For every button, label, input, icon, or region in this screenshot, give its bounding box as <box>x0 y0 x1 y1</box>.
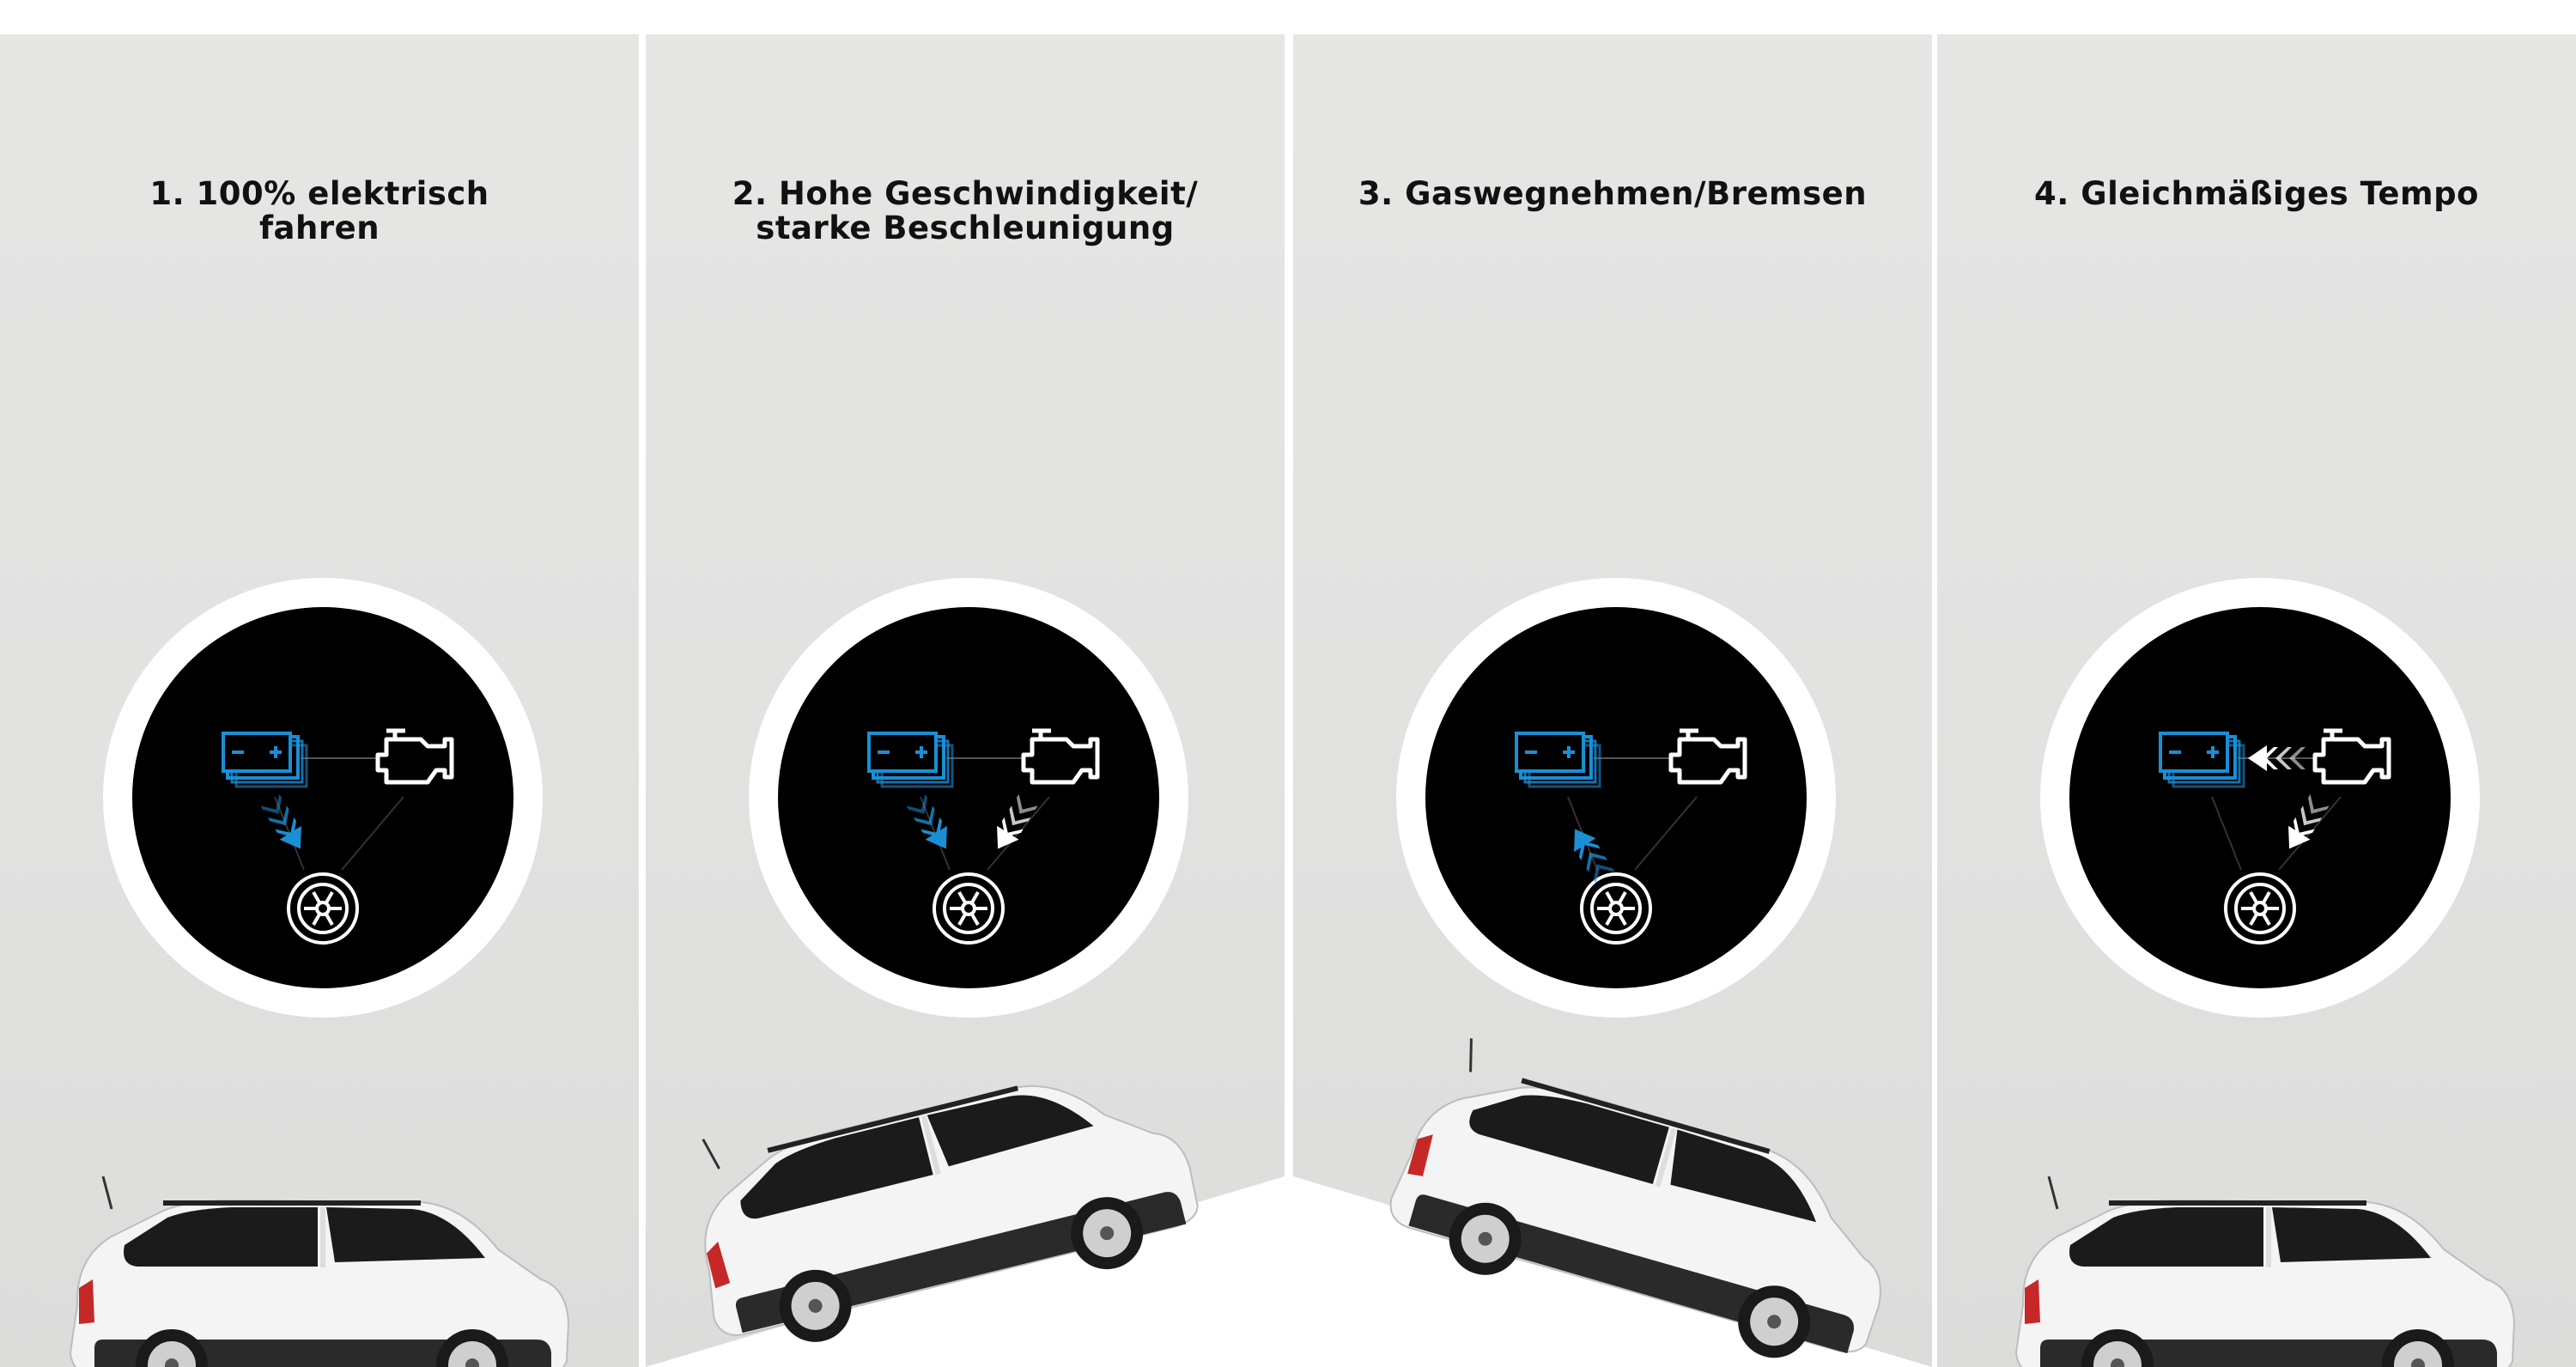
car-image <box>60 1176 575 1367</box>
panel-high-speed-acceleration: 2. Hohe Geschwindigkeit/ starke Beschleu… <box>646 34 1285 1367</box>
panel-braking: 3. Gaswegnehmen/Bremsen <box>1293 34 1932 1367</box>
hybrid-modes-infographic: 1. 100% elektrisch fahren 2. Hohe Geschw… <box>0 0 2576 1367</box>
panel-steady-speed: 4. Gleichmäßiges Tempo <box>1937 34 2576 1367</box>
title-line: fahren <box>258 210 380 246</box>
title-line: 1. 100% elektrisch <box>149 175 489 212</box>
panel-title: 1. 100% elektrisch fahren <box>0 177 639 246</box>
title-line: 4. Gleichmäßiges Tempo <box>2034 175 2479 212</box>
car-image <box>2006 1176 2521 1367</box>
panel-electric-driving: 1. 100% elektrisch fahren <box>0 34 639 1367</box>
power-flow-diagram <box>2040 578 2480 1018</box>
panel-title: 4. Gleichmäßiges Tempo <box>1937 177 2576 211</box>
power-flow-diagram <box>103 578 543 1018</box>
